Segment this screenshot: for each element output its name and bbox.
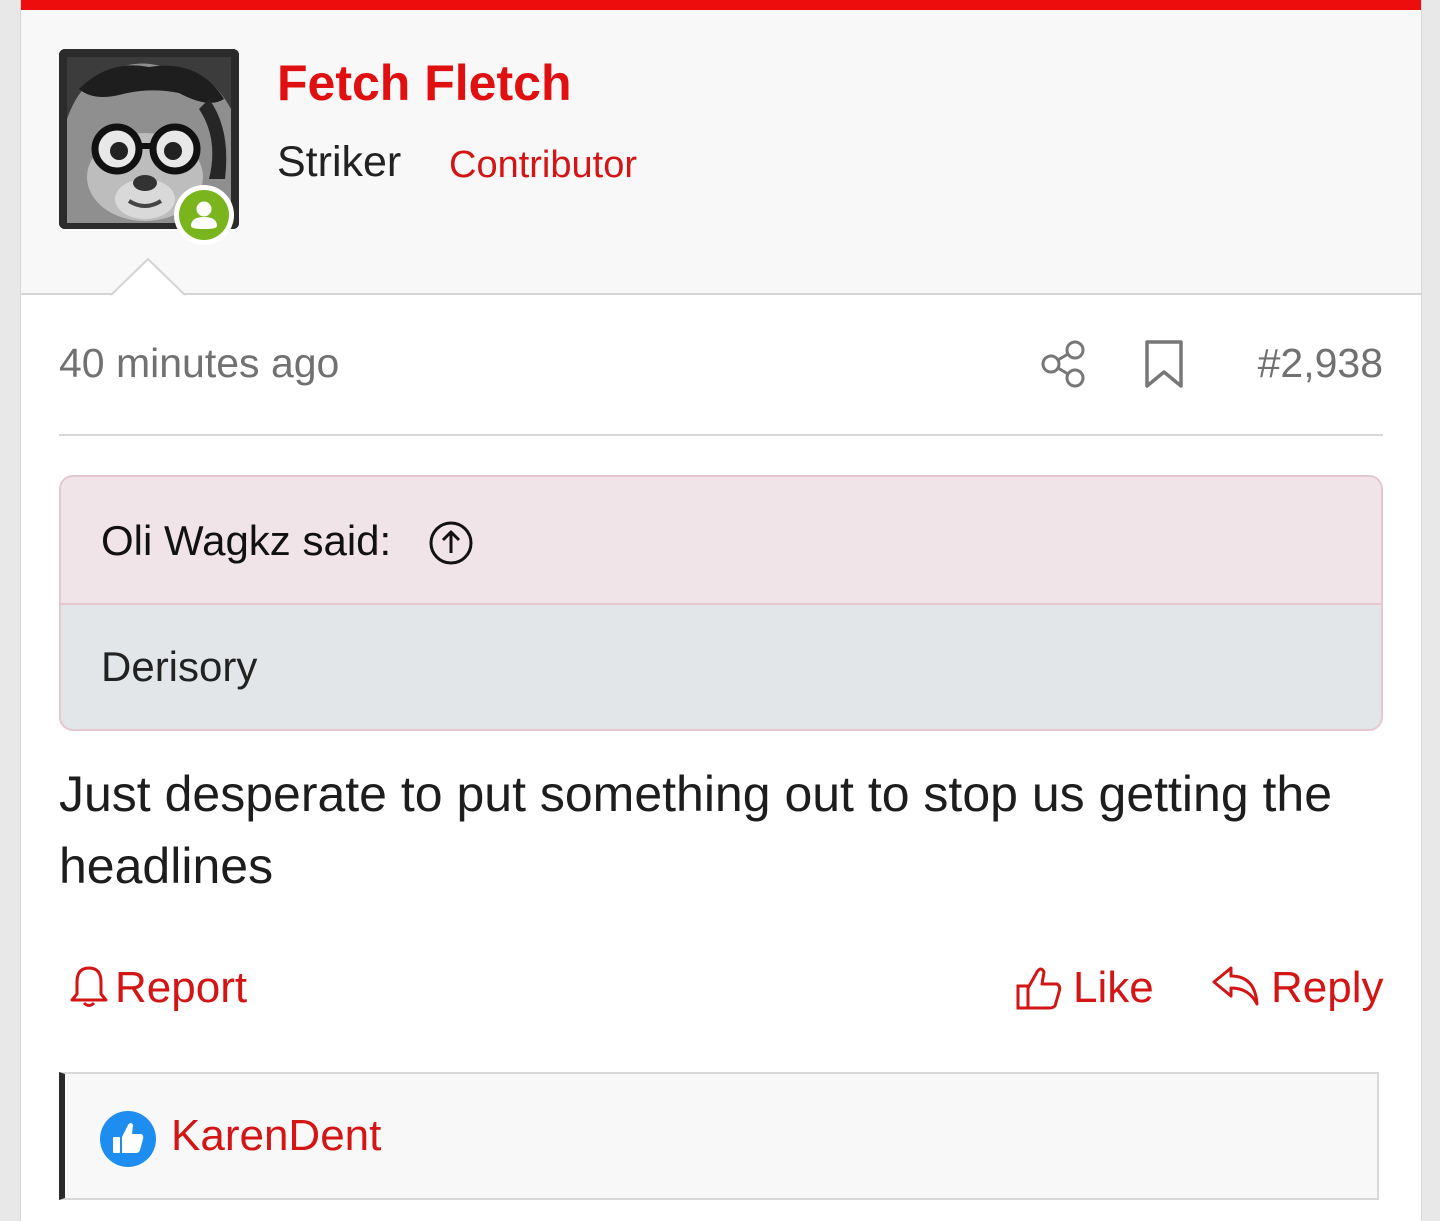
reaction-user-link[interactable]: KarenDent xyxy=(171,1111,381,1161)
thumbs-up-icon xyxy=(1016,967,1062,1010)
user-block-pointer xyxy=(111,258,185,296)
bookmark-icon[interactable] xyxy=(1141,338,1187,390)
like-reaction-icon xyxy=(100,1111,156,1167)
quote-block: Oli Wagkz said: Derisory xyxy=(59,475,1383,731)
online-status-badge xyxy=(174,185,234,245)
reply-icon xyxy=(1212,966,1259,1006)
reactions-bar[interactable]: KarenDent xyxy=(59,1072,1379,1200)
divider xyxy=(59,434,1383,436)
report-button[interactable]: Report xyxy=(67,958,277,1022)
post-number-link[interactable]: #2,938 xyxy=(1258,340,1383,387)
reply-button[interactable]: Reply xyxy=(1211,958,1391,1022)
bell-icon xyxy=(70,966,108,1007)
quote-text: Derisory xyxy=(101,643,258,690)
message-body: Just desperate to put something out to s… xyxy=(59,766,1333,894)
report-label: Report xyxy=(115,963,248,1012)
author-badge: Contributor xyxy=(449,144,637,186)
like-button[interactable]: Like xyxy=(1015,958,1165,1022)
online-user-icon xyxy=(179,190,229,240)
quote-author[interactable]: Oli Wagkz said: xyxy=(101,517,391,565)
quote-header: Oli Wagkz said: xyxy=(61,477,1381,605)
post-time[interactable]: 40 minutes ago xyxy=(59,340,339,387)
accent-bar xyxy=(21,0,1421,10)
arrow-up-circle-icon[interactable] xyxy=(428,520,474,566)
like-label: Like xyxy=(1073,963,1154,1012)
post-card: Fetch Fletch Striker Contributor 40 minu… xyxy=(20,0,1422,1221)
reply-label: Reply xyxy=(1271,963,1384,1012)
share-icon[interactable] xyxy=(1039,338,1087,390)
author-title: Striker xyxy=(277,138,402,186)
author-name[interactable]: Fetch Fletch xyxy=(277,54,571,112)
user-block: Fetch Fletch Striker Contributor xyxy=(21,10,1421,295)
